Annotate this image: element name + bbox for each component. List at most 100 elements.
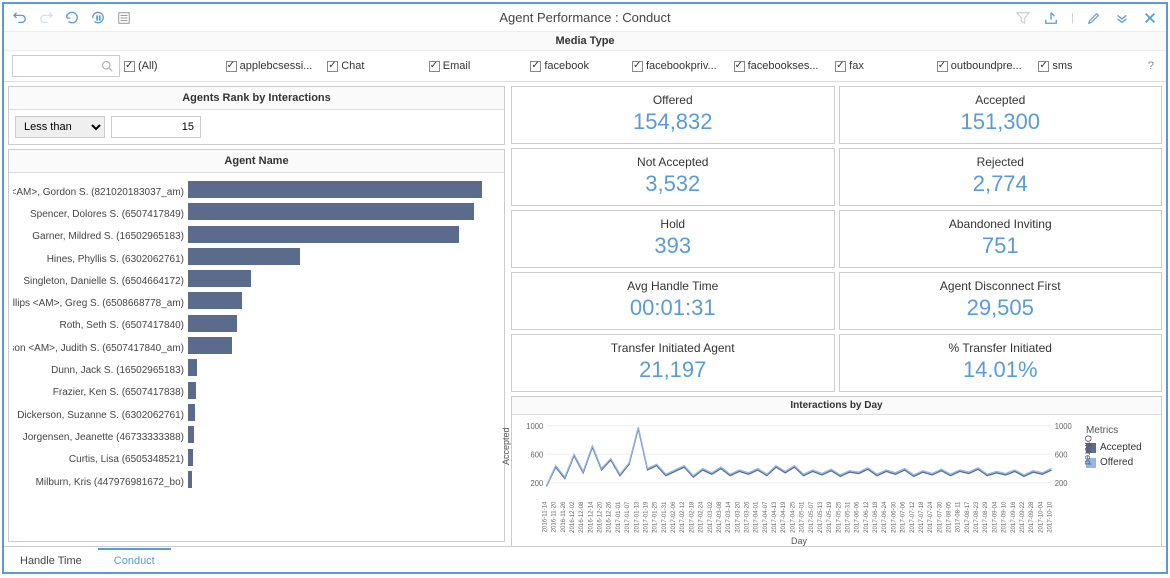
kpi-card-5: Abandoned Inviting751 bbox=[839, 210, 1163, 268]
svg-text:2017-08-23: 2017-08-23 bbox=[974, 501, 980, 533]
svg-text:2017-09-04: 2017-09-04 bbox=[992, 501, 998, 533]
svg-text:2017-08-29: 2017-08-29 bbox=[983, 501, 989, 533]
svg-text:2017-03-26: 2017-03-26 bbox=[745, 501, 751, 533]
svg-text:2017-01-07: 2017-01-07 bbox=[625, 501, 631, 533]
svg-text:200: 200 bbox=[531, 479, 544, 488]
agent-bar[interactable] bbox=[188, 471, 192, 488]
legend-item-accepted[interactable]: Accepted bbox=[1086, 442, 1153, 453]
svg-text:2017-04-07: 2017-04-07 bbox=[763, 501, 769, 533]
svg-text:2016-11-26: 2016-11-26 bbox=[561, 501, 567, 532]
media-checkbox-3[interactable]: Email bbox=[429, 60, 531, 72]
kpi-card-9: % Transfer Initiated14.01% bbox=[839, 334, 1163, 392]
svg-text:2017-08-17: 2017-08-17 bbox=[965, 501, 971, 533]
legend-item-offered[interactable]: Offered bbox=[1086, 457, 1153, 468]
undo-icon[interactable] bbox=[12, 10, 28, 26]
line-legend: Metrics Accepted Offered bbox=[1082, 419, 1157, 542]
svg-text:2017-03-02: 2017-03-02 bbox=[708, 501, 714, 533]
media-checkbox-0[interactable]: (All) bbox=[124, 60, 226, 72]
agent-bar[interactable] bbox=[188, 449, 193, 466]
agent-bar[interactable] bbox=[188, 292, 242, 309]
notes-icon[interactable] bbox=[116, 10, 132, 26]
media-checkbox-8[interactable]: outboundpre... bbox=[937, 60, 1039, 72]
agent-bar[interactable] bbox=[188, 337, 232, 354]
agent-bar[interactable] bbox=[188, 248, 300, 265]
svg-text:2017-04-01: 2017-04-01 bbox=[754, 501, 760, 533]
svg-text:2017-07-06: 2017-07-06 bbox=[901, 501, 907, 533]
agent-label: Dickerson, Suzanne S. (6302062761) bbox=[13, 404, 188, 426]
svg-text:2017-08-11: 2017-08-11 bbox=[956, 501, 962, 532]
svg-text:2017-02-18: 2017-02-18 bbox=[689, 501, 695, 533]
svg-text:2017-01-31: 2017-01-31 bbox=[662, 501, 668, 533]
rank-header: Agents Rank by Interactions bbox=[9, 87, 504, 110]
media-search-input[interactable] bbox=[12, 55, 120, 77]
svg-text:2017-02-12: 2017-02-12 bbox=[680, 501, 686, 533]
edit-icon[interactable] bbox=[1086, 10, 1102, 26]
media-checkbox-6[interactable]: facebookses... bbox=[734, 60, 836, 72]
agent-bar[interactable] bbox=[188, 270, 251, 287]
svg-text:2017-05-31: 2017-05-31 bbox=[846, 501, 852, 533]
kpi-card-1: Accepted151,300 bbox=[839, 86, 1163, 144]
svg-text:2017-04-19: 2017-04-19 bbox=[781, 501, 787, 533]
agent-col-header: Agent Name bbox=[9, 150, 504, 173]
svg-text:2017-02-06: 2017-02-06 bbox=[671, 501, 677, 533]
rank-operator-select[interactable]: Less than bbox=[15, 116, 105, 138]
svg-text:2016-11-20: 2016-11-20 bbox=[552, 501, 558, 532]
agent-bar[interactable] bbox=[188, 203, 474, 220]
rank-value-input[interactable] bbox=[111, 116, 201, 138]
svg-text:2017-07-30: 2017-07-30 bbox=[937, 501, 943, 533]
agent-bar[interactable] bbox=[188, 382, 196, 399]
export-icon[interactable] bbox=[1043, 10, 1059, 26]
line-yright-label: Offered bbox=[1083, 436, 1093, 466]
svg-text:2017-05-19: 2017-05-19 bbox=[827, 501, 833, 533]
svg-text:2017-01-01: 2017-01-01 bbox=[616, 501, 622, 533]
media-checkbox-2[interactable]: Chat bbox=[327, 60, 429, 72]
pause-refresh-icon[interactable] bbox=[90, 10, 106, 26]
collapse-icon[interactable] bbox=[1114, 10, 1130, 26]
tab-handle-time[interactable]: Handle Time bbox=[4, 548, 98, 572]
svg-text:2017-01-19: 2017-01-19 bbox=[644, 501, 650, 533]
svg-text:600: 600 bbox=[531, 451, 544, 460]
agent-bar[interactable] bbox=[188, 315, 237, 332]
kpi-card-2: Not Accepted3,532 bbox=[511, 148, 835, 206]
refresh-icon[interactable] bbox=[64, 10, 80, 26]
filter-icon[interactable] bbox=[1015, 10, 1031, 26]
svg-text:2016-12-14: 2016-12-14 bbox=[588, 501, 594, 533]
svg-text:2017-09-16: 2017-09-16 bbox=[1011, 501, 1017, 533]
agent-label: Dunn, Jack S. (16502965183) bbox=[13, 359, 188, 381]
media-checkbox-4[interactable]: facebook bbox=[530, 60, 632, 72]
media-type-header: Media Type bbox=[4, 32, 1166, 51]
svg-text:2016-11-14: 2016-11-14 bbox=[543, 501, 549, 532]
svg-text:600: 600 bbox=[1055, 451, 1068, 460]
agent-label: Milburn, Kris (447976981672_bo) bbox=[13, 471, 188, 493]
svg-text:2017-06-06: 2017-06-06 bbox=[855, 501, 861, 533]
svg-text:2017-08-05: 2017-08-05 bbox=[947, 501, 953, 533]
svg-text:2017-05-13: 2017-05-13 bbox=[818, 501, 824, 533]
media-checkbox-1[interactable]: applebcsessi... bbox=[226, 60, 328, 72]
media-checkbox-5[interactable]: facebookpriv... bbox=[632, 60, 734, 72]
agent-label: Roth, Seth S. (6507417840) bbox=[13, 315, 188, 337]
agent-bar[interactable] bbox=[188, 426, 194, 443]
agent-bar-chart: Agent Name Singer <AM>, Gordon S. (82102… bbox=[8, 149, 505, 542]
redo-icon[interactable] bbox=[38, 10, 54, 26]
help-icon[interactable]: ? bbox=[1144, 60, 1158, 72]
close-icon[interactable] bbox=[1142, 10, 1158, 26]
media-checkbox-7[interactable]: fax bbox=[835, 60, 937, 72]
agent-bar[interactable] bbox=[188, 404, 195, 421]
svg-text:2017-01-13: 2017-01-13 bbox=[634, 501, 640, 533]
agent-bar[interactable] bbox=[188, 181, 482, 198]
agent-label: Phillips <AM>, Greg S. (6508668778_am) bbox=[13, 292, 188, 314]
rank-panel: Agents Rank by Interactions Less than bbox=[8, 86, 505, 145]
media-checkbox-9[interactable]: sms bbox=[1038, 60, 1140, 72]
agent-label: Singleton, Danielle S. (6504664172) bbox=[13, 270, 188, 292]
svg-text:2017-07-18: 2017-07-18 bbox=[919, 501, 925, 533]
agent-label: Singer <AM>, Gordon S. (821020183037_am) bbox=[13, 181, 188, 203]
svg-text:2017-04-25: 2017-04-25 bbox=[790, 501, 796, 533]
svg-text:2017-05-07: 2017-05-07 bbox=[809, 501, 815, 533]
kpi-card-7: Agent Disconnect First29,505 bbox=[839, 272, 1163, 330]
agent-bar[interactable] bbox=[188, 226, 459, 243]
svg-text:2017-03-14: 2017-03-14 bbox=[726, 501, 732, 533]
svg-text:200: 200 bbox=[1055, 479, 1068, 488]
line-yleft-label: Accepted bbox=[501, 428, 511, 466]
agent-bar[interactable] bbox=[188, 359, 197, 376]
tab-conduct[interactable]: Conduct bbox=[98, 548, 171, 572]
